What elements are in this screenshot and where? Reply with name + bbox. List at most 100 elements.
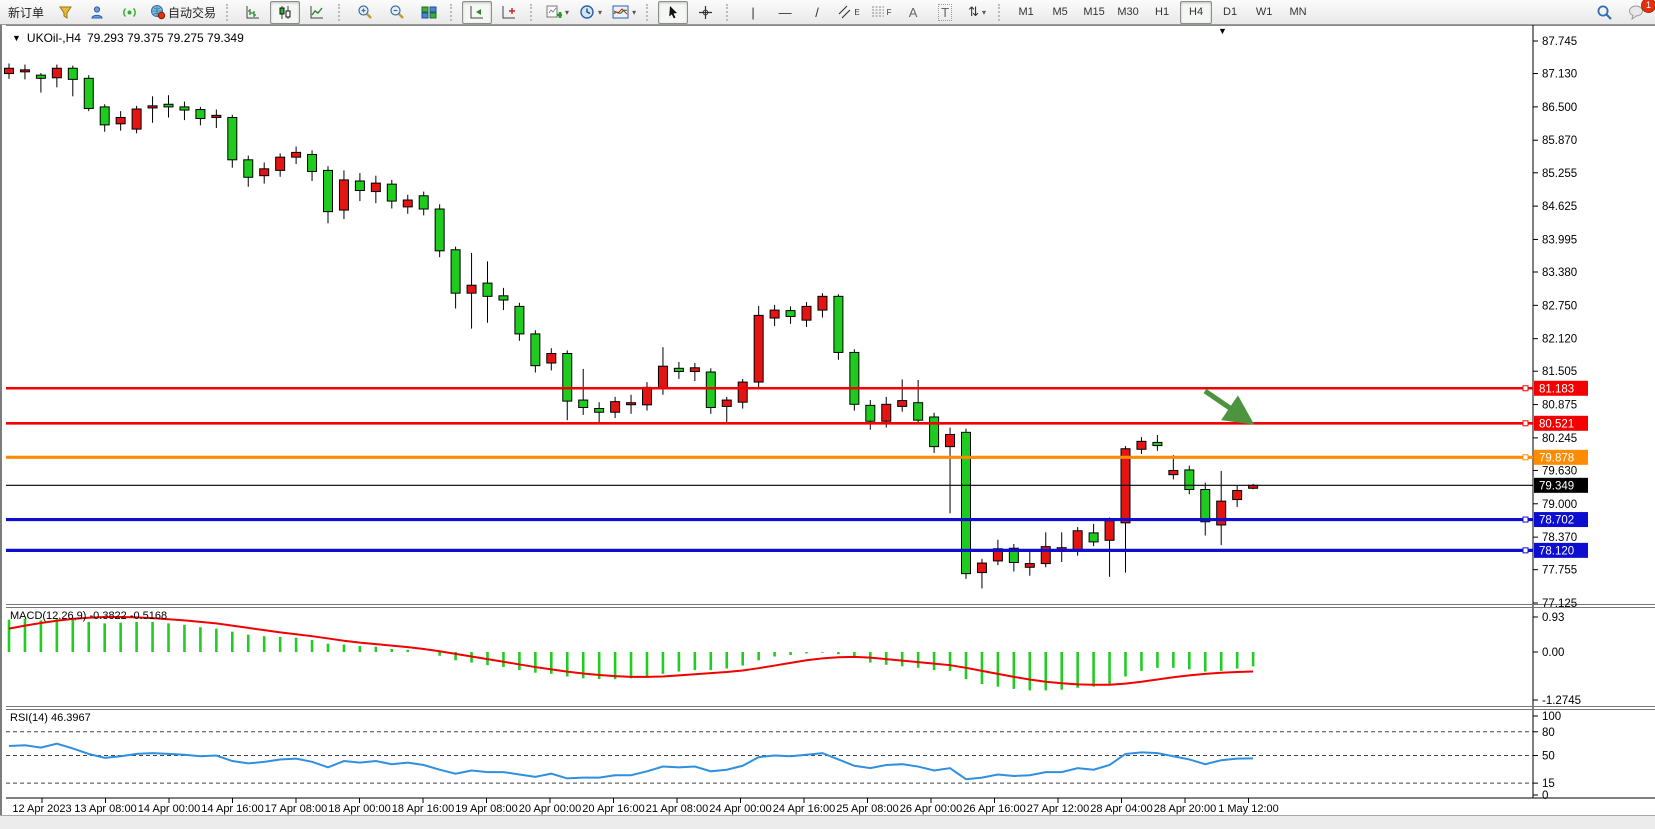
time-tick-label: 18 Apr 16:00 [392, 803, 454, 815]
candle [292, 152, 301, 157]
collapse-arrow-icon[interactable]: ▼ [12, 33, 21, 43]
chart-title-bar[interactable]: ▼ UKOil-,H4 79.293 79.375 79.275 79.349 [12, 31, 244, 45]
text-label-tool-button[interactable]: T [930, 1, 960, 24]
auto-scroll-button[interactable] [462, 1, 492, 24]
candle [148, 106, 157, 108]
template-button[interactable]: ▾ [608, 1, 640, 24]
tile-windows-icon [421, 5, 437, 20]
signal-button[interactable] [114, 1, 144, 24]
auto-trade-button[interactable]: 自动交易 [146, 1, 220, 24]
status-bar [0, 815, 1655, 829]
arrows-tool-button[interactable]: ⇅ ▾ [962, 1, 992, 24]
level-line-handle[interactable] [1523, 548, 1528, 553]
timeframe-button-h4[interactable]: H4 [1180, 1, 1212, 24]
candlestick-icon [277, 5, 293, 20]
auto-trade-label: 自动交易 [168, 4, 216, 21]
macd-tick-label: -1.2745 [1542, 695, 1581, 707]
crosshair-icon [698, 5, 713, 20]
trendline-tool-button[interactable]: / [802, 1, 832, 24]
candle [818, 296, 827, 310]
level-line-handle[interactable] [1523, 455, 1528, 460]
line-chart-button[interactable] [302, 1, 332, 24]
funnel-icon [58, 5, 73, 20]
candle [467, 285, 476, 293]
add-indicator-button[interactable]: ▾ [542, 1, 573, 24]
level-line-handle[interactable] [1523, 517, 1528, 522]
funnel-button[interactable] [50, 1, 80, 24]
template-icon [612, 5, 629, 20]
zoom-in-button[interactable] [350, 1, 380, 24]
notifications-button[interactable]: 1 [1621, 1, 1651, 24]
trend-annotation-arrow[interactable] [1205, 391, 1246, 419]
candle [68, 68, 77, 79]
bar-chart-button[interactable] [238, 1, 268, 24]
timeframe-button-mn[interactable]: MN [1282, 1, 1314, 24]
rsi-line [9, 744, 1253, 780]
fibonacci-tool-button[interactable]: F [866, 1, 896, 24]
candle [515, 306, 524, 334]
price-badge-label: 80.521 [1539, 418, 1574, 430]
time-tick-label: 19 Apr 08:00 [455, 803, 517, 815]
rsi-name: RSI(14) [10, 712, 48, 724]
toolbar-separator [998, 4, 1004, 21]
timeframe-button-m30[interactable]: M30 [1112, 1, 1144, 24]
text-tool-button[interactable]: A [898, 1, 928, 24]
time-tick-label: 26 Apr 00:00 [900, 803, 962, 815]
equidistant-channel-icon [838, 5, 852, 19]
macd-indicator-label: MACD(12,26,9) -0.3822 -0.5168 [10, 610, 167, 622]
candle [196, 110, 205, 119]
candle [579, 400, 588, 407]
cursor-tool-button[interactable] [658, 1, 688, 24]
zoom-out-button[interactable] [382, 1, 412, 24]
candle [228, 117, 237, 159]
candle [371, 183, 380, 191]
scroll-marker-icon[interactable]: ▼ [1218, 26, 1227, 36]
timeframe-button-d1[interactable]: D1 [1214, 1, 1246, 24]
channel-tool-label: E [854, 8, 859, 17]
channel-tool-button[interactable]: E [834, 1, 864, 24]
price-badge-label: 81.183 [1539, 383, 1574, 395]
time-tick-label: 24 Apr 00:00 [709, 803, 771, 815]
price-tick-label: 87.130 [1542, 69, 1577, 81]
price-badge-label: 78.702 [1539, 515, 1574, 527]
candle [1025, 564, 1034, 568]
level-line-handle[interactable] [1523, 421, 1528, 426]
candle [914, 403, 923, 420]
level-line-handle[interactable] [1523, 386, 1528, 391]
candle [850, 352, 859, 404]
new-order-button[interactable]: 新订单 [4, 1, 48, 24]
add-indicator-icon [546, 4, 562, 20]
profile-button[interactable] [82, 1, 112, 24]
rsi-tick-label: 15 [1542, 778, 1555, 790]
chart-shift-button[interactable] [494, 1, 524, 24]
candlestick-chart-button[interactable] [270, 1, 300, 24]
chevron-down-icon: ▾ [565, 8, 569, 17]
crosshair-tool-button[interactable] [690, 1, 720, 24]
price-tick-label: 83.995 [1542, 234, 1577, 246]
period-button[interactable]: ▾ [575, 1, 606, 24]
candle [786, 311, 795, 317]
time-tick-label: 28 Apr 04:00 [1090, 803, 1152, 815]
tile-windows-button[interactable] [414, 1, 444, 24]
vertical-line-tool-button[interactable]: | [738, 1, 768, 24]
timeframe-button-w1[interactable]: W1 [1248, 1, 1280, 24]
search-button[interactable] [1589, 1, 1619, 24]
timeframe-button-h1[interactable]: H1 [1146, 1, 1178, 24]
vertical-line-icon: | [751, 5, 754, 20]
time-tick-label: 28 Apr 20:00 [1154, 803, 1216, 815]
toolbar-separator [646, 4, 652, 21]
toolbar-separator [450, 4, 456, 21]
candle [595, 409, 604, 413]
horizontal-line-tool-button[interactable]: — [770, 1, 800, 24]
time-tick-label: 13 Apr 08:00 [74, 803, 136, 815]
candle [627, 403, 636, 405]
candle [52, 68, 61, 78]
price-tick-label: 82.750 [1542, 300, 1577, 312]
timeframe-button-m15[interactable]: M15 [1078, 1, 1110, 24]
candle [435, 209, 444, 251]
price-tick-label: 83.380 [1542, 267, 1577, 279]
timeframe-button-m5[interactable]: M5 [1044, 1, 1076, 24]
profile-icon [90, 5, 105, 20]
chart-canvas[interactable]: 87.74587.13086.50085.87085.25584.62583.9… [2, 25, 1655, 815]
timeframe-button-m1[interactable]: M1 [1010, 1, 1042, 24]
